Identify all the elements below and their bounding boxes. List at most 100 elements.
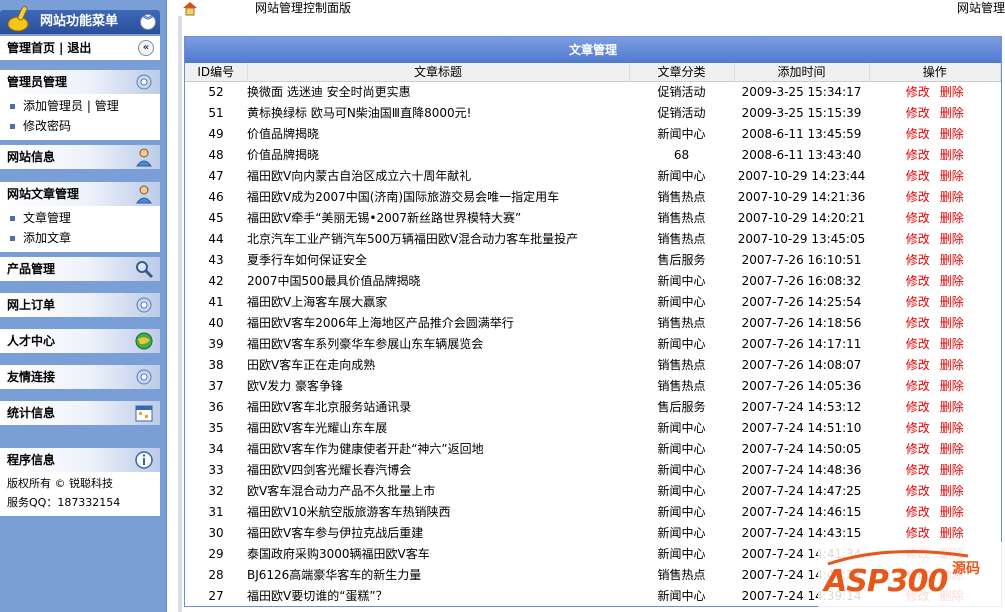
delete-link[interactable]: 删除 bbox=[940, 379, 964, 393]
globe-icon bbox=[135, 332, 153, 350]
delete-link[interactable]: 删除 bbox=[940, 316, 964, 330]
row-title[interactable]: 福田欧V10米航空版旅游客车热销陕西 bbox=[247, 501, 629, 522]
edit-link[interactable]: 修改 bbox=[906, 526, 930, 540]
change-password-link[interactable]: 修改密码 bbox=[23, 119, 71, 133]
row-title[interactable]: 福田欧V客车光耀山东车展 bbox=[247, 417, 629, 438]
edit-link[interactable]: 修改 bbox=[906, 169, 930, 183]
row-title[interactable]: 福田欧V要切谁的“蛋糕”？ bbox=[247, 585, 629, 606]
row-id: 49 bbox=[208, 126, 224, 141]
edit-link[interactable]: 修改 bbox=[906, 253, 930, 267]
edit-link[interactable]: 修改 bbox=[906, 148, 930, 162]
row-title[interactable]: 价值品牌揭晓 bbox=[247, 123, 629, 144]
section-title[interactable]: 程序信息 bbox=[0, 448, 160, 472]
delete-link[interactable]: 删除 bbox=[940, 295, 964, 309]
edit-link[interactable]: 修改 bbox=[906, 232, 930, 246]
delete-link[interactable]: 删除 bbox=[940, 169, 964, 183]
article-manage-link[interactable]: 文章管理 bbox=[23, 211, 71, 225]
home-icon[interactable] bbox=[182, 0, 198, 16]
row-title[interactable]: 欧V客车混合动力产品不久批量上市 bbox=[247, 480, 629, 501]
home-link[interactable]: 管理首页 bbox=[7, 41, 55, 55]
delete-link[interactable]: 删除 bbox=[940, 526, 964, 540]
delete-link[interactable]: 删除 bbox=[940, 274, 964, 288]
row-title[interactable]: 欧V发力 豪客争锋 bbox=[247, 375, 629, 396]
delete-link[interactable]: 删除 bbox=[940, 211, 964, 225]
section-title[interactable]: 产品管理 bbox=[0, 257, 160, 281]
edit-link[interactable]: 修改 bbox=[906, 85, 930, 99]
row-title[interactable]: 夏季行车如何保证安全 bbox=[247, 249, 629, 270]
row-id: 41 bbox=[208, 294, 224, 309]
row-title[interactable]: 北京汽车工业产销汽车500万辆福田欧V混合动力客车批量投产 bbox=[247, 228, 629, 249]
row-time: 2007-7-24 14:53:12 bbox=[741, 399, 862, 414]
row-title[interactable]: 换微面 选迷迪 安全时尚更实惠 bbox=[247, 81, 629, 102]
edit-link[interactable]: 修改 bbox=[906, 505, 930, 519]
delete-link[interactable]: 删除 bbox=[940, 148, 964, 162]
edit-link[interactable]: 修改 bbox=[906, 337, 930, 351]
row-title[interactable]: 福田欧V客车参与伊拉克战后重建 bbox=[247, 522, 629, 543]
edit-link[interactable]: 修改 bbox=[906, 316, 930, 330]
delete-link[interactable]: 删除 bbox=[940, 463, 964, 477]
row-title[interactable]: 福田欧V客车北京服务站通讯录 bbox=[247, 396, 629, 417]
add-article-link[interactable]: 添加文章 bbox=[23, 231, 71, 245]
edit-link[interactable]: 修改 bbox=[906, 484, 930, 498]
row-title[interactable]: 福田欧V四剑客光耀长春汽博会 bbox=[247, 459, 629, 480]
service-qq-text: 服务QQ：187332154 bbox=[7, 496, 121, 509]
delete-link[interactable]: 删除 bbox=[940, 442, 964, 456]
row-title[interactable]: 福田欧V向内蒙古自治区成立六十周年献礼 bbox=[247, 165, 629, 186]
delete-link[interactable]: 删除 bbox=[940, 253, 964, 267]
row-title[interactable]: 福田欧V客车2006年上海地区产品推介会圆满举行 bbox=[247, 312, 629, 333]
edit-link[interactable]: 修改 bbox=[906, 442, 930, 456]
section-title[interactable]: 网站文章管理 bbox=[0, 182, 160, 206]
row-title[interactable]: 2007中国500最具价值品牌揭晓 bbox=[247, 270, 629, 291]
delete-link[interactable]: 删除 bbox=[940, 106, 964, 120]
section-orders: 网上订单 bbox=[0, 293, 160, 317]
edit-link[interactable]: 修改 bbox=[906, 463, 930, 477]
row-title[interactable]: 价值品牌揭晓 bbox=[247, 144, 629, 165]
delete-link[interactable]: 删除 bbox=[940, 337, 964, 351]
section-title[interactable]: 人才中心 bbox=[0, 329, 160, 353]
row-title[interactable]: 福田欧V成为2007中国(济南)国际旅游交易会唯一指定用车 bbox=[247, 186, 629, 207]
section-title[interactable]: 统计信息 bbox=[0, 401, 160, 425]
edit-link[interactable]: 修改 bbox=[906, 211, 930, 225]
edit-link[interactable]: 修改 bbox=[906, 274, 930, 288]
row-actions: 修改删除 bbox=[869, 312, 1001, 333]
delete-link[interactable]: 删除 bbox=[940, 484, 964, 498]
section-title[interactable]: 友情连接 bbox=[0, 365, 160, 389]
row-category: 新闻中心 bbox=[657, 589, 706, 603]
row-time: 2007-10-29 13:45:05 bbox=[737, 231, 866, 246]
row-title[interactable]: 泰国政府采购3000辆福田欧V客车 bbox=[247, 543, 629, 564]
row-category: 新闻中心 bbox=[657, 169, 706, 183]
edit-link[interactable]: 修改 bbox=[906, 358, 930, 372]
row-title[interactable]: 黄标换绿标 欧马可N柴油国Ⅲ直降8000元! bbox=[247, 102, 629, 123]
row-title[interactable]: 田欧V客车正在走向成熟 bbox=[247, 354, 629, 375]
add-admin-link[interactable]: 添加管理员 bbox=[23, 99, 83, 113]
edit-link[interactable]: 修改 bbox=[906, 400, 930, 414]
row-title[interactable]: 福田欧V客车系列豪华车参展山东车辆展览会 bbox=[247, 333, 629, 354]
edit-link[interactable]: 修改 bbox=[906, 421, 930, 435]
edit-link[interactable]: 修改 bbox=[906, 106, 930, 120]
edit-link[interactable]: 修改 bbox=[906, 190, 930, 204]
delete-link[interactable]: 删除 bbox=[940, 232, 964, 246]
delete-link[interactable]: 删除 bbox=[940, 358, 964, 372]
delete-link[interactable]: 删除 bbox=[940, 505, 964, 519]
collapse-menu-icon[interactable]: ︾ bbox=[140, 14, 156, 30]
edit-link[interactable]: 修改 bbox=[906, 379, 930, 393]
collapse-sidebar-icon[interactable]: « bbox=[138, 40, 154, 56]
edit-link[interactable]: 修改 bbox=[906, 127, 930, 141]
section-title[interactable]: 网上订单 bbox=[0, 293, 160, 317]
row-title[interactable]: 福田欧V客车作为健康使者开赴“神六”返回地 bbox=[247, 438, 629, 459]
delete-link[interactable]: 删除 bbox=[940, 400, 964, 414]
row-title[interactable]: 福田欧V牵手“美丽无锡•2007新丝路世界模特大赛” bbox=[247, 207, 629, 228]
delete-link[interactable]: 删除 bbox=[940, 190, 964, 204]
column-header-title: 文章标题 bbox=[247, 63, 630, 82]
logout-link[interactable]: 退出 bbox=[67, 41, 91, 55]
manage-admin-link[interactable]: 管理 bbox=[95, 99, 119, 113]
delete-link[interactable]: 删除 bbox=[940, 85, 964, 99]
section-title[interactable]: 网站信息 bbox=[0, 145, 160, 169]
edit-link[interactable]: 修改 bbox=[906, 295, 930, 309]
row-title[interactable]: 福田欧V上海客车展大赢家 bbox=[247, 291, 629, 312]
delete-link[interactable]: 删除 bbox=[940, 127, 964, 141]
section-title[interactable]: 管理员管理 bbox=[0, 70, 160, 94]
delete-link[interactable]: 删除 bbox=[940, 421, 964, 435]
row-title[interactable]: BJ6126高端豪华客车的新生力量 bbox=[247, 564, 629, 585]
row-id: 34 bbox=[208, 441, 224, 456]
